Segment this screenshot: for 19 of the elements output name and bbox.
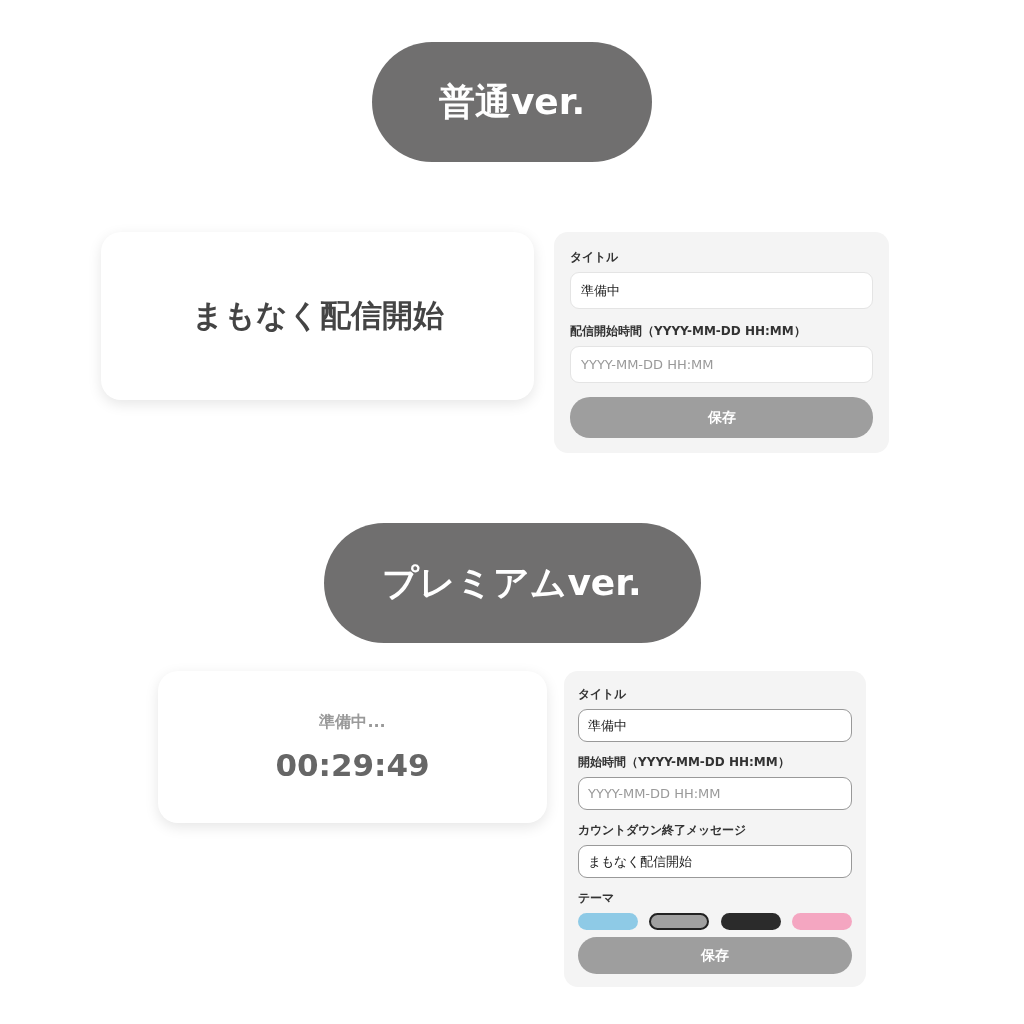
countdown-timer: 00:29:49 <box>275 746 430 783</box>
input-field[interactable]: 準備中 <box>570 272 873 309</box>
status-text: 準備中... <box>319 711 386 733</box>
field-label: 開始時間（YYYY-MM-DD HH:MM） <box>578 754 791 771</box>
input-field[interactable]: YYYY-MM-DD HH:MM <box>578 777 852 810</box>
field-label: 配信開始時間（YYYY-MM-DD HH:MM） <box>570 323 807 340</box>
theme-swatch[interactable] <box>792 913 852 930</box>
input-field[interactable]: 準備中 <box>578 709 852 742</box>
field-label: タイトル <box>578 686 627 703</box>
theme-swatch[interactable] <box>649 913 710 930</box>
field-label: タイトル <box>570 249 619 266</box>
version-heading: 普通ver. <box>372 42 652 162</box>
theme-swatch[interactable] <box>720 913 781 930</box>
preview-message: まもなく配信開始 <box>191 296 444 335</box>
input-field[interactable]: まもなく配信開始 <box>578 845 852 878</box>
version-heading: プレミアムver. <box>323 523 701 643</box>
theme-swatch[interactable] <box>578 913 638 930</box>
field-label: テーマ <box>578 890 615 907</box>
field-label: カウントダウン終了メッセージ <box>578 822 747 839</box>
